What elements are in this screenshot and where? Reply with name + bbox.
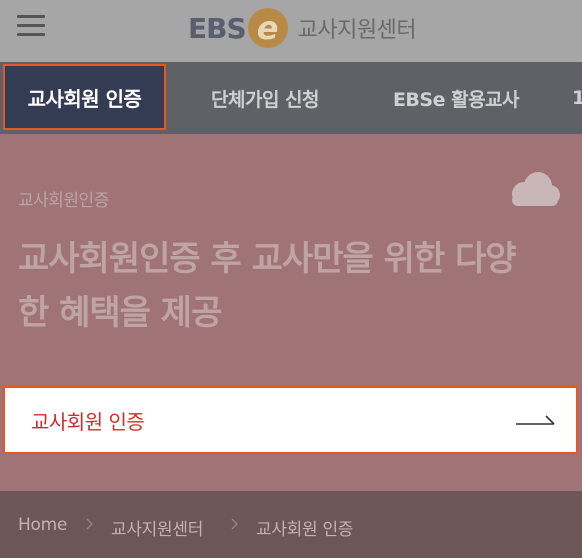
- hero-headline: 교사회원인증 후 교사만을 위한 다양한 혜택을 제공: [18, 239, 517, 333]
- hero-subtitle: 교사회원인증: [18, 191, 109, 211]
- site-header: EBS e 교사지원센터: [0, 0, 582, 62]
- chevron-right-icon: [231, 518, 238, 530]
- logo-ebs-text: EBS: [188, 11, 247, 45]
- breadcrumb-home[interactable]: Home: [18, 515, 67, 535]
- breadcrumb-teacher-center[interactable]: 교사지원센터: [111, 515, 203, 540]
- hamburger-menu-icon[interactable]: [17, 15, 45, 37]
- cloud-icon: [512, 172, 560, 206]
- breadcrumb: Home 교사지원센터 교사회원 인증: [0, 491, 582, 558]
- site-name: 교사지원센터: [297, 18, 417, 43]
- chevron-right-icon: [86, 518, 93, 530]
- tab-group-signup[interactable]: 단체가입 신청: [196, 62, 334, 134]
- long-arrow-right-icon: [516, 415, 555, 425]
- cta-label: 교사회원 인증: [31, 409, 145, 434]
- tab-teacher-verification[interactable]: 교사회원 인증: [3, 64, 166, 130]
- site-logo[interactable]: EBS e 교사지원센터: [188, 8, 417, 48]
- tab-ebse-teacher[interactable]: EBSe 활용교사: [376, 62, 536, 134]
- breadcrumb-current: 교사회원 인증: [256, 520, 354, 540]
- tab-more[interactable]: 1: [572, 62, 582, 134]
- tab-bar: 교사회원 인증 단체가입 신청 EBSe 활용교사 1: [0, 62, 582, 134]
- logo-e-icon: e: [247, 8, 288, 48]
- teacher-verification-button[interactable]: 교사회원 인증: [3, 386, 578, 454]
